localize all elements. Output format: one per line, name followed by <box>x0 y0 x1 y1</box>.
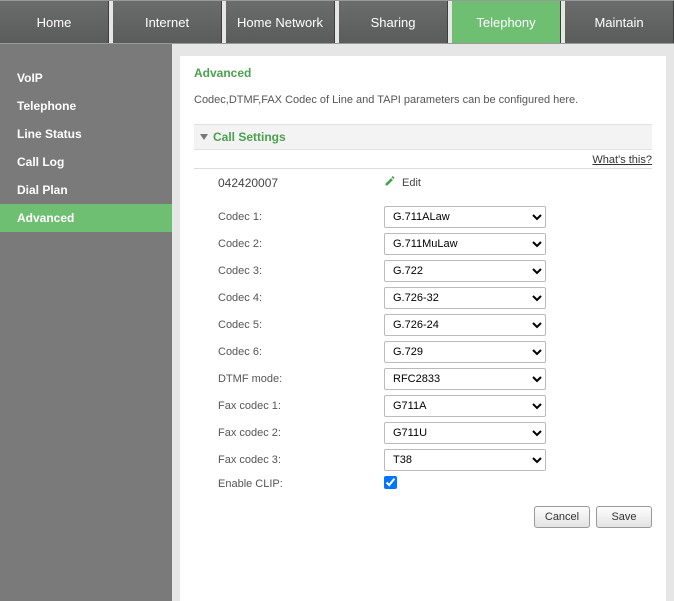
sidebar-item-line-status[interactable]: Line Status <box>0 120 172 148</box>
field-label: Codec 4: <box>194 292 384 304</box>
chevron-down-icon <box>200 134 208 140</box>
field-select[interactable]: G.722 <box>384 260 546 282</box>
field-label: Codec 1: <box>194 211 384 223</box>
tab-home-network[interactable]: Home Network <box>226 1 335 43</box>
top-nav: Home Internet Home Network Sharing Telep… <box>0 0 674 44</box>
save-button[interactable]: Save <box>596 506 652 528</box>
sidebar: VoIP Telephone Line Status Call Log Dial… <box>0 44 172 601</box>
page-title: Advanced <box>194 66 652 80</box>
field-select[interactable]: RFC2833 <box>384 368 546 390</box>
section-header[interactable]: Call Settings <box>194 124 652 150</box>
line-id: 042420007 <box>194 176 384 190</box>
tab-maintain[interactable]: Maintain <box>565 1 674 43</box>
field-label: Fax codec 3: <box>194 454 384 466</box>
field-label: Codec 5: <box>194 319 384 331</box>
field-select[interactable]: G711A <box>384 395 546 417</box>
field-select[interactable]: G.729 <box>384 341 546 363</box>
sidebar-item-call-log[interactable]: Call Log <box>0 148 172 176</box>
field-select[interactable]: G.726-24 <box>384 314 546 336</box>
field-select[interactable]: T38 <box>384 449 546 471</box>
enable-clip-checkbox[interactable] <box>384 476 397 489</box>
section-label: Call Settings <box>213 130 286 144</box>
tab-internet[interactable]: Internet <box>113 1 222 43</box>
help-row: What's this? <box>194 150 652 169</box>
field-label: Fax codec 1: <box>194 400 384 412</box>
page-description: Codec,DTMF,FAX Codec of Line and TAPI pa… <box>194 94 652 106</box>
content-panel: Advanced Codec,DTMF,FAX Codec of Line an… <box>180 56 666 601</box>
sidebar-item-dial-plan[interactable]: Dial Plan <box>0 176 172 204</box>
field-select[interactable]: G.726-32 <box>384 287 546 309</box>
sidebar-item-advanced[interactable]: Advanced <box>0 204 172 232</box>
field-label: Codec 3: <box>194 265 384 277</box>
field-label: Codec 2: <box>194 238 384 250</box>
sidebar-item-telephone[interactable]: Telephone <box>0 92 172 120</box>
field-select[interactable]: G.711MuLaw <box>384 233 546 255</box>
tab-home[interactable]: Home <box>0 1 109 43</box>
edit-icon[interactable] <box>384 175 396 190</box>
help-link[interactable]: What's this? <box>592 154 652 166</box>
field-label: DTMF mode: <box>194 373 384 385</box>
edit-label[interactable]: Edit <box>402 177 421 189</box>
field-select[interactable]: G711U <box>384 422 546 444</box>
field-label: Fax codec 2: <box>194 427 384 439</box>
field-label: Codec 6: <box>194 346 384 358</box>
field-select[interactable]: G.711ALaw <box>384 206 546 228</box>
enable-clip-label: Enable CLIP: <box>194 478 384 490</box>
sidebar-item-voip[interactable]: VoIP <box>0 64 172 92</box>
tab-telephony[interactable]: Telephony <box>452 1 561 43</box>
tab-sharing[interactable]: Sharing <box>339 1 448 43</box>
cancel-button[interactable]: Cancel <box>534 506 590 528</box>
